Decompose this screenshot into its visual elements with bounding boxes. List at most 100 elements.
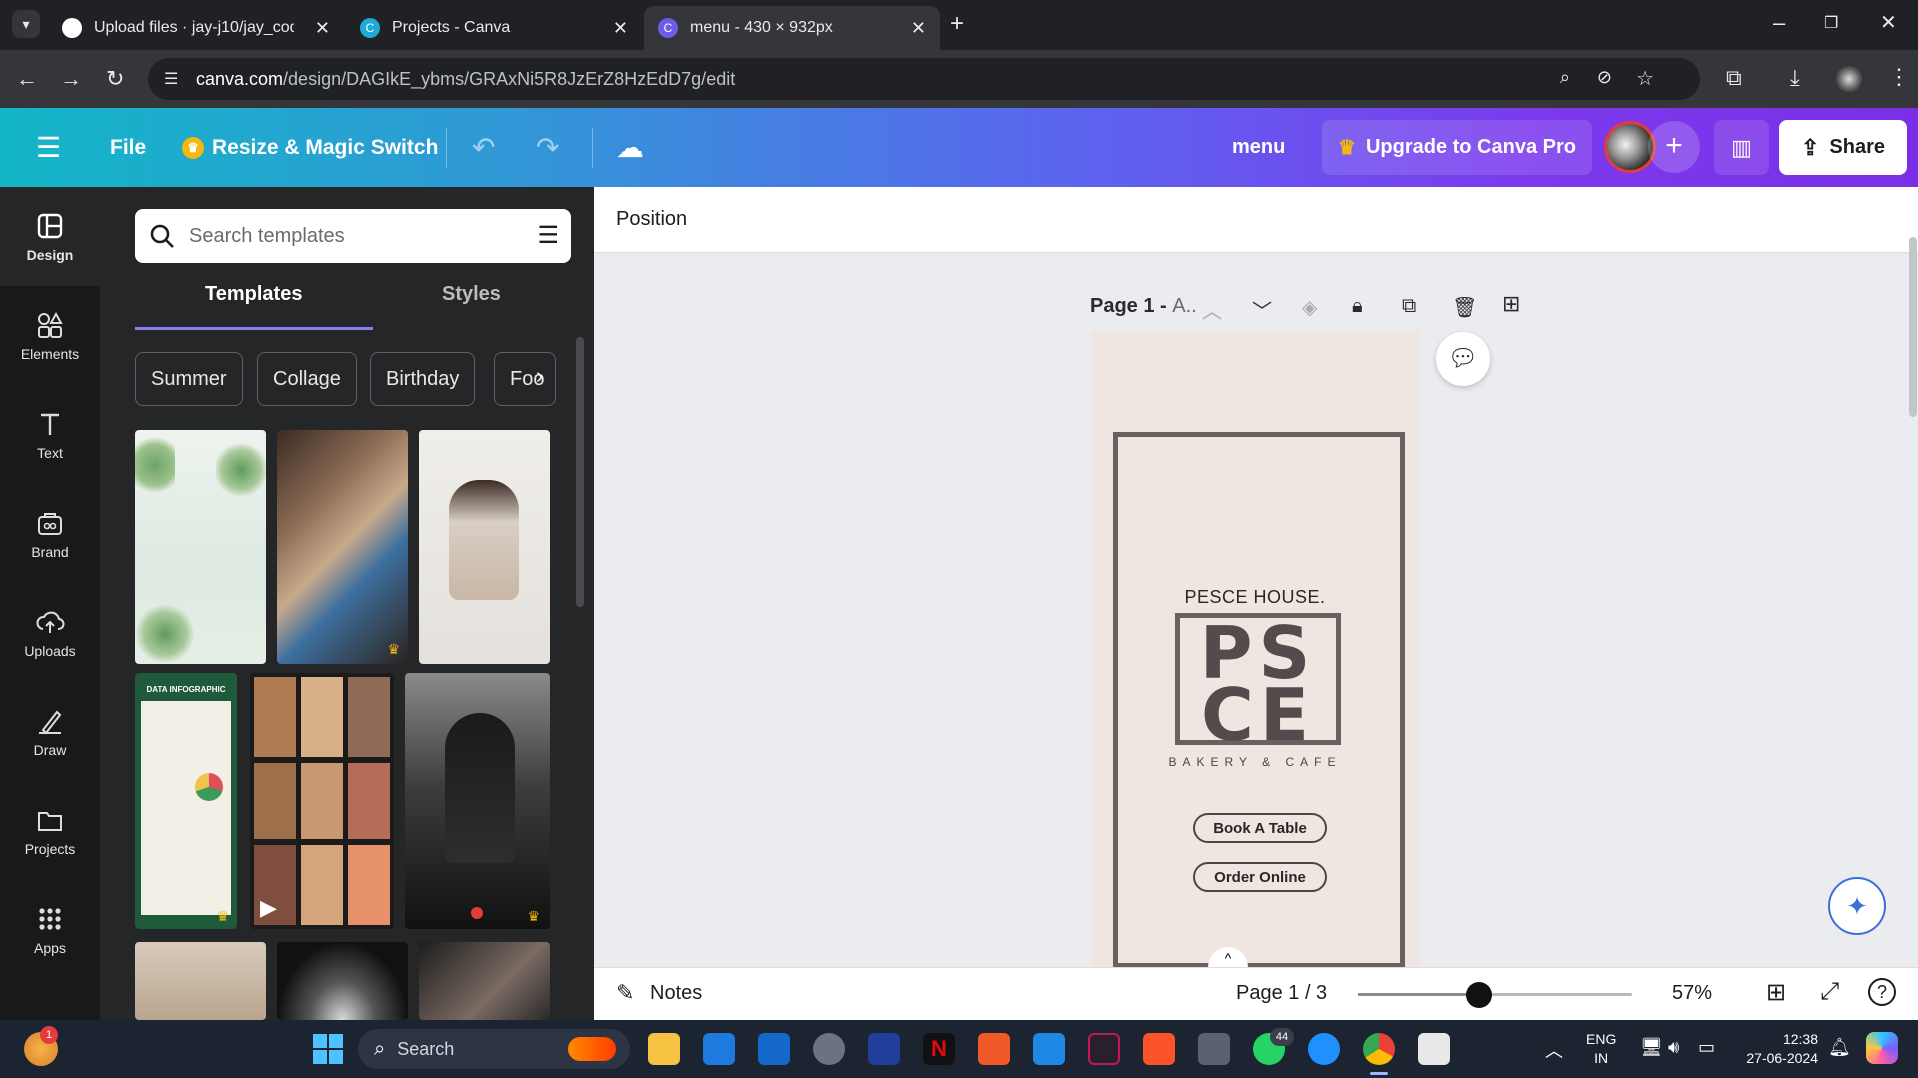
chip-food[interactable]: Foo [494, 352, 556, 406]
template-thumbnail[interactable] [135, 942, 266, 1020]
search-input[interactable]: Search templates ☰ [135, 209, 571, 263]
volume-icon[interactable]: 🔊︎ [1668, 1037, 1679, 1058]
file-explorer-icon[interactable] [648, 1033, 680, 1065]
insights-chart-icon[interactable]: ▥ [1714, 120, 1769, 175]
close-icon[interactable]: ✕ [911, 18, 926, 39]
chip-birthday[interactable]: Birthday [370, 352, 476, 406]
menu-kebab-icon[interactable]: ⋮ [1888, 66, 1910, 88]
help-icon[interactable]: ? [1868, 978, 1896, 1006]
rail-item-projects[interactable]: Projects [0, 781, 100, 880]
chip-summer[interactable]: Summer [135, 352, 243, 406]
eye-off-icon[interactable]: ⊘ [1597, 67, 1612, 88]
position-button[interactable]: Position [616, 208, 687, 231]
dolby-icon[interactable] [758, 1033, 790, 1065]
template-thumbnail[interactable] [419, 942, 550, 1020]
office-icon[interactable] [978, 1033, 1010, 1065]
address-bar[interactable]: ☰ canva.com /design/DAGIkE_ybms/GRAxNi5R… [148, 58, 1700, 100]
back-icon[interactable]: ← [16, 68, 38, 90]
share-button[interactable]: ⇪ Share [1779, 120, 1907, 175]
window-close-icon[interactable]: ✕ [1880, 12, 1897, 34]
taskbar-search[interactable]: ⌕ Search [358, 1029, 630, 1069]
snipping-tool-icon[interactable] [1418, 1033, 1450, 1065]
template-thumbnail[interactable] [135, 430, 266, 664]
template-thumbnail[interactable]: ▶ [250, 673, 394, 929]
template-thumbnail[interactable] [419, 430, 550, 664]
resize-magic-switch-button[interactable]: ♛ Resize & Magic Switch [182, 108, 438, 187]
chrome-icon[interactable] [1363, 1033, 1395, 1065]
netflix-icon[interactable]: N [923, 1033, 955, 1065]
add-page-icon[interactable]: ⊞ [1502, 291, 1520, 317]
zoom-slider-thumb[interactable] [1465, 982, 1492, 1008]
template-thumbnail[interactable]: ♛ [405, 673, 550, 929]
panel-scrollbar[interactable] [576, 337, 584, 607]
reload-icon[interactable]: ↻ [106, 68, 124, 90]
order-online-button[interactable]: Order Online [1193, 862, 1327, 892]
battery-icon[interactable]: ▭ [1698, 1037, 1715, 1058]
filter-sliders-icon[interactable]: ☰ [537, 221, 559, 250]
chevron-up-icon[interactable]: ︿ [1202, 295, 1222, 324]
minimize-icon[interactable]: – [1773, 12, 1785, 34]
notification-bell-icon[interactable]: 🔔︎ [1828, 1037, 1851, 1058]
settings-gear-icon[interactable] [813, 1033, 845, 1065]
chevron-down-icon[interactable]: ﹀ [1252, 295, 1272, 324]
language-indicator[interactable]: ENG IN [1586, 1030, 1616, 1068]
brave-icon[interactable] [1143, 1033, 1175, 1065]
redo-icon[interactable]: ↷ [536, 108, 559, 187]
calculator-icon[interactable] [1198, 1033, 1230, 1065]
zoom-level[interactable]: 57% [1672, 982, 1712, 1005]
forward-icon[interactable]: → [60, 68, 82, 90]
browser-tab-menu[interactable]: C menu - 430 × 932px ✕ [644, 6, 940, 50]
mail-icon[interactable] [703, 1033, 735, 1065]
file-button[interactable]: File [110, 108, 146, 187]
design-canvas[interactable]: PESCE HOUSE. PS CE BAKERY & CAFE Book A … [1091, 331, 1419, 986]
close-icon[interactable]: ✕ [315, 18, 330, 39]
upgrade-button[interactable]: ♛ Upgrade to Canva Pro [1322, 120, 1592, 175]
terminal-icon[interactable] [1088, 1033, 1120, 1065]
restore-icon[interactable]: ❐ [1824, 13, 1838, 35]
download-icon[interactable]: ⤓ [1790, 67, 1800, 89]
rail-item-draw[interactable]: Draw [0, 682, 100, 781]
lock-icon[interactable]: 🔒︎ [1352, 295, 1363, 318]
rail-item-uploads[interactable]: Uploads [0, 583, 100, 682]
add-collaborator-icon[interactable]: + [1648, 121, 1700, 173]
hamburger-menu-icon[interactable]: ☰ [36, 108, 61, 187]
template-thumbnail[interactable]: DATA INFOGRAPHIC ♛ [135, 673, 237, 929]
zoom-icon[interactable]: ⌕ [1560, 67, 1570, 88]
notes-button[interactable]: Notes [650, 982, 702, 1005]
template-thumbnail[interactable] [277, 942, 408, 1020]
clock[interactable]: 12:38 27-06-2024 [1726, 1030, 1818, 1068]
browser-tab-projects[interactable]: C Projects - Canva ✕ [346, 6, 642, 50]
chip-collage[interactable]: Collage [257, 352, 357, 406]
bookmark-star-icon[interactable]: ☆ [1636, 66, 1654, 91]
rail-item-text[interactable]: Text [0, 385, 100, 484]
document-title[interactable]: menu [1232, 108, 1285, 187]
trash-icon[interactable]: 🗑︎ [1452, 295, 1477, 320]
page-counter[interactable]: Page 1 / 3 [1236, 982, 1327, 1005]
close-icon[interactable]: ✕ [613, 18, 628, 39]
onedrive-icon[interactable] [1308, 1033, 1340, 1065]
zoom-slider-track[interactable] [1358, 982, 1632, 1008]
rail-item-apps[interactable]: Apps [0, 880, 100, 979]
notes-icon[interactable]: ✎ [616, 980, 634, 1006]
page-title[interactable]: A.. [1172, 295, 1196, 317]
start-windows-icon[interactable] [313, 1034, 343, 1064]
undo-icon[interactable]: ↶ [472, 108, 495, 187]
network-icon[interactable]: 🖥︎ [1640, 1037, 1663, 1058]
expand-pages-icon[interactable] [1909, 237, 1917, 417]
tab-templates[interactable]: Templates [205, 283, 302, 306]
rail-item-design[interactable]: Design [0, 187, 100, 286]
hide-page-icon[interactable]: ◈ [1302, 295, 1317, 320]
grid-view-icon[interactable]: ⊞ [1766, 978, 1786, 1007]
magic-assistant-icon[interactable]: ✦ [1828, 877, 1886, 935]
vscode-icon[interactable] [1033, 1033, 1065, 1065]
extensions-icon[interactable]: ⧉ [1726, 67, 1742, 89]
rail-item-brand[interactable]: Brand [0, 484, 100, 583]
profile-avatar[interactable] [1836, 66, 1862, 92]
tray-overflow-icon[interactable]: ︿ [1545, 1037, 1563, 1063]
subtitle[interactable]: BAKERY & CAFE [1091, 755, 1419, 769]
chips-scroll-right-icon[interactable]: › [536, 363, 543, 389]
logo-box[interactable]: PS CE [1175, 613, 1341, 751]
template-thumbnail[interactable]: ♛ [277, 430, 408, 664]
tab-styles[interactable]: Styles [442, 283, 501, 306]
duplicate-icon[interactable]: ⧉ [1402, 295, 1416, 318]
